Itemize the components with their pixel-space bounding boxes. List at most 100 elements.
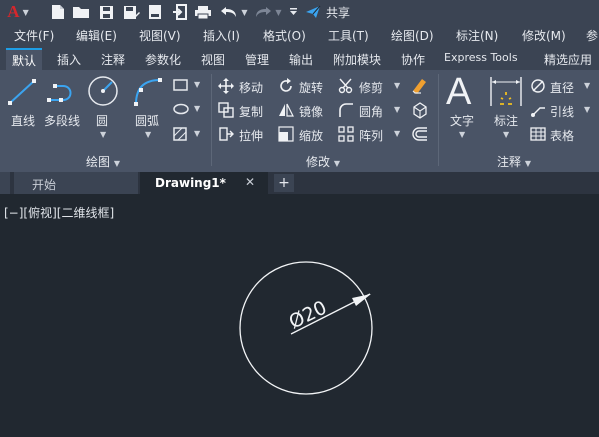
customize-toolbar-icon[interactable]	[288, 3, 298, 21]
chevron-down-icon: ▼	[113, 159, 120, 168]
tab-featured-apps[interactable]: 精选应用	[544, 51, 592, 68]
array-label: 阵列	[359, 129, 384, 143]
dimension-dropdown-icon[interactable]: ▼	[503, 130, 509, 139]
chevron-down-icon[interactable]: ▼	[275, 8, 281, 17]
chevron-down-icon[interactable]: ▼	[584, 105, 590, 114]
tab-drawing1-label: Drawing1*	[155, 176, 226, 190]
menu-draw[interactable]: 绘图(D)	[391, 27, 434, 44]
stretch-button[interactable]: 拉伸	[218, 126, 263, 145]
open-icon[interactable]	[71, 3, 91, 21]
menu-file[interactable]: 文件(F)	[14, 27, 54, 44]
arc-button[interactable]	[130, 74, 164, 108]
chevron-down-icon[interactable]: ▼	[194, 80, 200, 89]
tab-drawing1[interactable]: Drawing1* ✕	[140, 172, 268, 194]
circle-label[interactable]: 圆	[96, 112, 108, 129]
arc-icon	[134, 78, 162, 106]
line-icon	[8, 79, 36, 105]
dimension-label[interactable]: 标注	[494, 112, 518, 129]
diameter-button[interactable]: 直径 ▼	[530, 78, 590, 97]
save-as-icon[interactable]	[121, 3, 141, 21]
copy-label: 复制	[239, 105, 264, 119]
copy-button[interactable]: 复制	[218, 102, 263, 121]
draw-panel-title[interactable]: 绘图 ▼	[86, 153, 120, 170]
hatch-button[interactable]: ▼	[172, 126, 206, 142]
tab-start[interactable]: 开始	[14, 172, 138, 194]
table-button[interactable]: 表格	[530, 126, 574, 145]
circle-dropdown-icon[interactable]: ▼	[100, 130, 106, 139]
chevron-down-icon[interactable]: ▼	[584, 81, 590, 90]
chevron-down-icon[interactable]: ▼	[241, 8, 247, 17]
chevron-down-icon[interactable]: ▼	[194, 129, 200, 138]
scale-button[interactable]: 缩放	[278, 126, 323, 145]
tab-default[interactable]: 默认	[6, 48, 43, 71]
arc-dropdown-icon[interactable]: ▼	[145, 130, 151, 139]
new-icon[interactable]	[49, 3, 67, 21]
web-icon[interactable]	[146, 3, 164, 21]
menu-view[interactable]: 视图(V)	[139, 27, 181, 44]
chevron-down-icon[interactable]: ▼	[194, 104, 200, 113]
fillet-button[interactable]: 圆角 ▼	[338, 102, 400, 121]
tab-insert[interactable]: 插入	[57, 51, 81, 68]
rotate-icon	[280, 78, 292, 92]
app-menu-button[interactable]: A ▼	[4, 2, 32, 21]
rectangle-button[interactable]: ▼	[172, 78, 206, 94]
move-button[interactable]: 移动	[218, 78, 263, 97]
circle-button[interactable]	[86, 74, 120, 108]
line-button[interactable]	[6, 76, 38, 108]
tab-annotate[interactable]: 注释	[101, 51, 125, 68]
leader-label: 引线	[550, 105, 575, 119]
redo-icon[interactable]: ▼	[253, 3, 283, 21]
arc-label[interactable]: 圆弧	[135, 112, 159, 129]
annotation-panel-title[interactable]: 注释 ▼	[497, 153, 531, 170]
text-label[interactable]: 文字	[450, 112, 474, 129]
dimension-text[interactable]: Ø20	[286, 297, 331, 334]
tab-express-tools[interactable]: Express Tools	[444, 51, 518, 64]
menu-edit[interactable]: 编辑(E)	[76, 27, 117, 44]
menu-parametric[interactable]: 参	[586, 27, 598, 44]
menu-dimension[interactable]: 标注(N)	[456, 27, 498, 44]
modify-panel-title[interactable]: 修改 ▼	[306, 153, 340, 170]
array-button[interactable]: 阵列 ▼	[338, 126, 400, 145]
drawing-canvas[interactable]: [−][俯视][二维线框] Ø20	[0, 194, 599, 437]
polyline-button[interactable]	[45, 76, 81, 108]
trim-button[interactable]: 修剪 ▼	[338, 78, 400, 97]
undo-icon[interactable]: ▼	[219, 3, 249, 21]
share-button[interactable]: 共享	[305, 3, 355, 21]
tab-collaborate[interactable]: 协作	[401, 51, 425, 68]
erase-button[interactable]	[411, 76, 429, 97]
menu-tools[interactable]: 工具(T)	[328, 27, 369, 44]
close-icon[interactable]: ✕	[245, 175, 255, 189]
import-icon[interactable]	[170, 3, 188, 21]
text-button[interactable]: A	[446, 72, 482, 112]
line-label[interactable]: 直线	[11, 112, 35, 129]
text-dropdown-icon[interactable]: ▼	[459, 130, 465, 139]
leader-button[interactable]: 引线 ▼	[530, 102, 590, 121]
move-icon	[218, 78, 234, 94]
menu-insert[interactable]: 插入(I)	[203, 27, 240, 44]
tab-start-label: 开始	[32, 178, 57, 192]
polyline-label[interactable]: 多段线	[44, 112, 80, 129]
tab-manage[interactable]: 管理	[245, 51, 269, 68]
menu-format[interactable]: 格式(O)	[263, 27, 306, 44]
stretch-label: 拉伸	[239, 129, 264, 143]
ellipse-button[interactable]: ▼	[172, 102, 206, 118]
explode-button[interactable]	[411, 101, 429, 122]
offset-button[interactable]	[411, 126, 429, 145]
menu-modify[interactable]: 修改(M)	[522, 27, 566, 44]
tab-addins[interactable]: 附加模块	[333, 51, 381, 68]
tab-view[interactable]: 视图	[201, 51, 225, 68]
chevron-down-icon[interactable]: ▼	[394, 81, 400, 90]
dimension-button[interactable]	[489, 76, 523, 110]
rotate-button[interactable]: 旋转	[278, 78, 323, 97]
circle-icon	[88, 76, 118, 106]
panel-divider	[211, 74, 212, 166]
tab-output[interactable]: 输出	[289, 51, 313, 68]
save-icon[interactable]	[97, 3, 115, 21]
new-tab-button[interactable]: +	[274, 174, 294, 192]
mirror-icon	[279, 103, 294, 117]
tab-parametric[interactable]: 参数化	[145, 51, 181, 68]
chevron-down-icon[interactable]: ▼	[394, 105, 400, 114]
chevron-down-icon[interactable]: ▼	[394, 129, 400, 138]
print-icon[interactable]	[193, 3, 213, 21]
mirror-button[interactable]: 镜像	[278, 102, 323, 121]
